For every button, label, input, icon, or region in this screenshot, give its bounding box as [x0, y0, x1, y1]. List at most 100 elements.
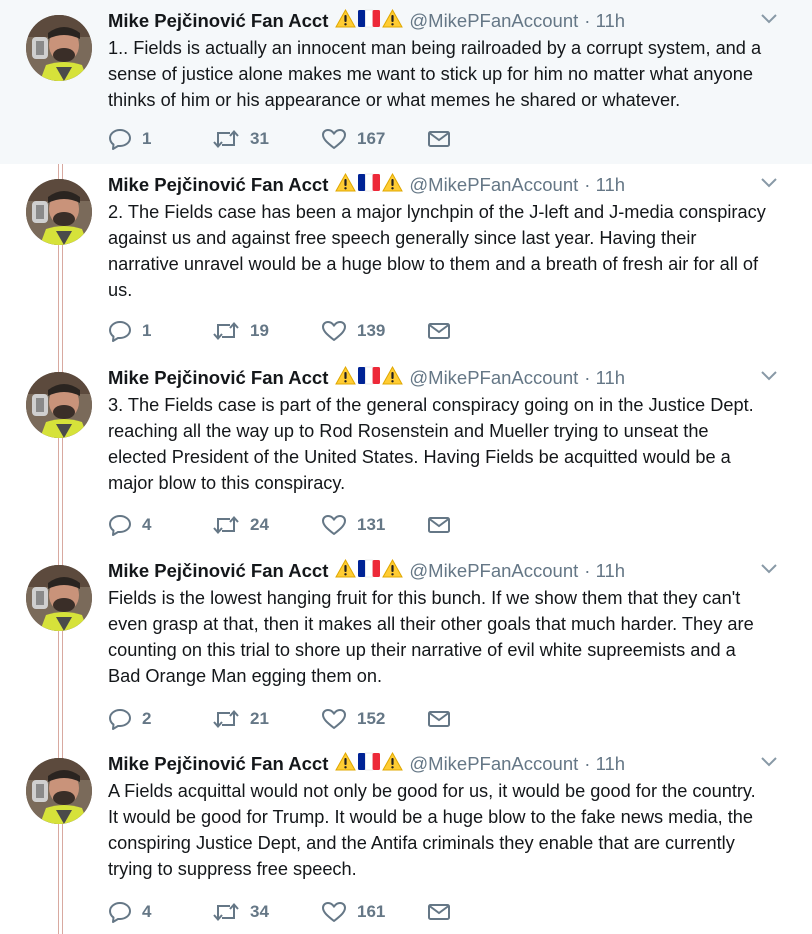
- author-name[interactable]: Mike Pejčinović Fan Acct: [108, 367, 328, 389]
- tweet[interactable]: Mike Pejčinović Fan Acct @MikePFanAccoun…: [0, 0, 812, 164]
- reply-icon: [108, 320, 132, 342]
- like-button[interactable]: 167: [321, 128, 427, 150]
- tweet-header: Mike Pejčinović Fan Acct @MikePFanAccoun…: [108, 751, 625, 776]
- tweet[interactable]: Mike Pejčinović Fan Acct @MikePFanAccoun…: [0, 164, 812, 357]
- reply-button[interactable]: 4: [108, 901, 212, 923]
- tweet-timestamp[interactable]: · 11h: [584, 10, 625, 32]
- warning-icon: [335, 8, 357, 33]
- author-handle[interactable]: @MikePFanAccount: [409, 560, 578, 582]
- tweet[interactable]: Mike Pejčinović Fan Acct @MikePFanAccoun…: [0, 357, 812, 550]
- heart-icon: [321, 708, 347, 730]
- reply-button[interactable]: 1: [108, 128, 212, 150]
- like-count: 167: [357, 129, 386, 148]
- reply-count: 4: [142, 515, 152, 534]
- badge-emojis: [335, 558, 404, 583]
- warning-icon: [335, 558, 357, 583]
- author-handle[interactable]: @MikePFanAccount: [409, 753, 578, 775]
- retweet-count: 31: [250, 129, 269, 148]
- tweet-actions: 1 31 167: [108, 127, 451, 151]
- tweet-text: 1.. Fields is actually an innocent man b…: [108, 38, 762, 110]
- french-flag-icon: [357, 9, 381, 33]
- author-handle[interactable]: @MikePFanAccount: [409, 10, 578, 32]
- avatar[interactable]: [26, 565, 92, 631]
- tweet-text: 3. The Fields case is part of the genera…: [108, 395, 754, 493]
- like-button[interactable]: 139: [321, 320, 427, 342]
- author-name[interactable]: Mike Pejčinović Fan Acct: [108, 560, 328, 582]
- retweet-icon: [212, 320, 240, 342]
- chevron-down-icon[interactable]: [760, 12, 778, 24]
- envelope-icon: [427, 515, 451, 535]
- author-name[interactable]: Mike Pejčinović Fan Acct: [108, 10, 328, 32]
- retweet-count: 19: [250, 321, 269, 340]
- envelope-icon: [427, 129, 451, 149]
- tweet-timestamp[interactable]: · 11h: [584, 174, 625, 196]
- like-count: 131: [357, 515, 386, 534]
- heart-icon: [321, 514, 347, 536]
- envelope-icon: [427, 902, 451, 922]
- avatar[interactable]: [26, 758, 92, 824]
- warning-icon: [382, 172, 404, 197]
- like-button[interactable]: 161: [321, 901, 427, 923]
- retweet-icon: [212, 901, 240, 923]
- author-handle[interactable]: @MikePFanAccount: [409, 174, 578, 196]
- tweet-timestamp[interactable]: · 11h: [584, 560, 625, 582]
- avatar[interactable]: [26, 179, 92, 245]
- tweet-header: Mike Pejčinović Fan Acct @MikePFanAccoun…: [108, 558, 625, 583]
- author-name[interactable]: Mike Pejčinović Fan Acct: [108, 753, 328, 775]
- tweet[interactable]: Mike Pejčinović Fan Acct @MikePFanAccoun…: [0, 550, 812, 743]
- avatar[interactable]: [26, 15, 92, 81]
- tweet-header: Mike Pejčinović Fan Acct @MikePFanAccoun…: [108, 8, 625, 33]
- badge-emojis: [335, 365, 404, 390]
- reply-button[interactable]: 2: [108, 708, 212, 730]
- direct-message-button[interactable]: [427, 902, 451, 922]
- french-flag-icon: [357, 366, 381, 390]
- like-button[interactable]: 131: [321, 514, 427, 536]
- retweet-count: 24: [250, 515, 269, 534]
- retweet-button[interactable]: 21: [212, 708, 321, 730]
- retweet-button[interactable]: 19: [212, 320, 321, 342]
- reply-icon: [108, 514, 132, 536]
- author-handle[interactable]: @MikePFanAccount: [409, 367, 578, 389]
- direct-message-button[interactable]: [427, 129, 451, 149]
- french-flag-icon: [357, 559, 381, 583]
- warning-icon: [335, 172, 357, 197]
- like-button[interactable]: 152: [321, 708, 427, 730]
- reply-button[interactable]: 4: [108, 514, 212, 536]
- reply-count: 2: [142, 709, 152, 728]
- reply-button[interactable]: 1: [108, 320, 212, 342]
- avatar[interactable]: [26, 372, 92, 438]
- retweet-icon: [212, 708, 240, 730]
- warning-icon: [382, 365, 404, 390]
- direct-message-button[interactable]: [427, 515, 451, 535]
- tweet-text: Fields is the lowest hanging fruit for t…: [108, 588, 754, 686]
- like-count: 152: [357, 709, 386, 728]
- direct-message-button[interactable]: [427, 709, 451, 729]
- french-flag-icon: [357, 752, 381, 776]
- tweet-actions: 1 19 139: [108, 319, 451, 343]
- chevron-down-icon[interactable]: [760, 755, 778, 767]
- tweet-actions: 4 34 161: [108, 900, 451, 924]
- retweet-button[interactable]: 31: [212, 128, 321, 150]
- reply-icon: [108, 708, 132, 730]
- chevron-down-icon[interactable]: [760, 369, 778, 381]
- chevron-down-icon[interactable]: [760, 562, 778, 574]
- envelope-icon: [427, 709, 451, 729]
- badge-emojis: [335, 172, 404, 197]
- like-count: 139: [357, 321, 386, 340]
- reply-icon: [108, 128, 132, 150]
- tweet-timestamp[interactable]: · 11h: [584, 367, 625, 389]
- warning-icon: [382, 558, 404, 583]
- retweet-icon: [212, 128, 240, 150]
- retweet-count: 21: [250, 709, 269, 728]
- retweet-button[interactable]: 34: [212, 901, 321, 923]
- reply-count: 4: [142, 902, 152, 921]
- reply-icon: [108, 901, 132, 923]
- tweet-actions: 2 21 152: [108, 707, 451, 731]
- chevron-down-icon[interactable]: [760, 176, 778, 188]
- direct-message-button[interactable]: [427, 321, 451, 341]
- badge-emojis: [335, 751, 404, 776]
- tweet[interactable]: Mike Pejčinović Fan Acct @MikePFanAccoun…: [0, 743, 812, 934]
- tweet-timestamp[interactable]: · 11h: [584, 753, 625, 775]
- retweet-button[interactable]: 24: [212, 514, 321, 536]
- author-name[interactable]: Mike Pejčinović Fan Acct: [108, 174, 328, 196]
